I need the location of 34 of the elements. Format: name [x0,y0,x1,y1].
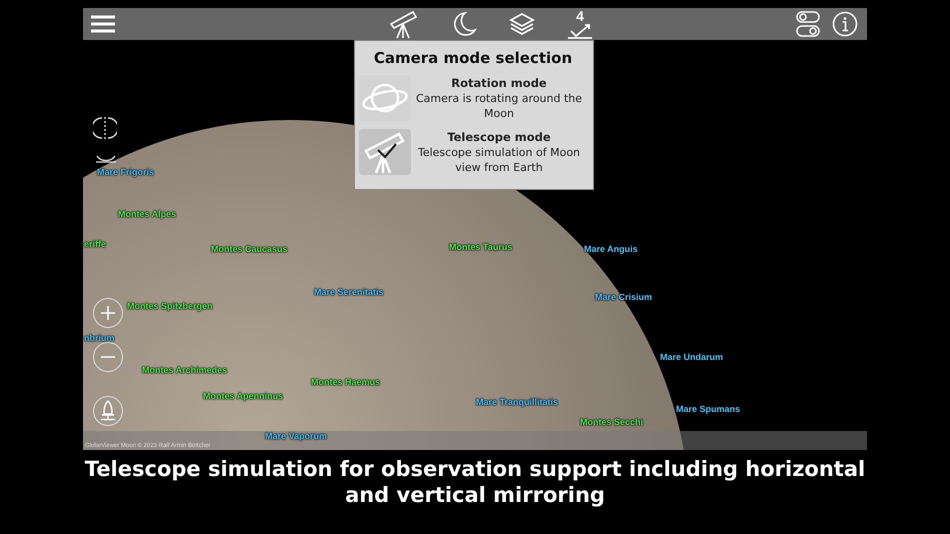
map-label: Mare Serenitatis [314,287,384,297]
map-label: Montes Secchi [580,417,644,427]
planet-icon [361,81,409,115]
level-button[interactable]: 4 [564,9,596,39]
camera-mode-option[interactable]: Rotation mode Camera is rotating around the Moon [359,75,587,121]
popup-title: Camera mode selection [372,49,574,67]
map-label: Mare Spumans [676,404,740,414]
map-label: Mare Tranquillitatis [476,397,558,407]
map-label: Montes Alpes [118,209,176,219]
mode-title: Rotation mode [450,76,548,90]
map-label: Mare Vaporum [265,431,328,441]
caption: Telescope simulation for observation support including horizontal and vertical mirroring [84,456,866,508]
check-arrow-icon [567,23,593,39]
map-label: Montes Spitzbergen [127,301,213,311]
map-label: Montes Haemus [311,377,380,387]
map-label: eriffe [84,239,106,249]
check-icon [377,143,397,159]
mode-description: Camera is rotating around the Moon [414,90,584,120]
mirror-icon[interactable] [93,116,117,140]
map-label: Mare Anguis [584,244,638,254]
camera-mode-option[interactable]: Telescope mode Telescope simulation of Moon view from Earth [359,129,587,175]
map-label: Montes Taurus [449,242,512,252]
map-label: Montes Caucasus [211,244,288,254]
mode-description: Telescope simulation of Moon view from Earth [416,144,582,174]
mode-title: Telescope mode [446,130,552,144]
plus-icon [101,306,115,320]
map-label: Montes Archimedes [142,365,228,375]
map-label: Montes Apenninus [203,391,284,401]
map-label: nbrium [84,333,114,343]
zoom-in-button[interactable] [93,298,123,328]
rocket-icon [99,400,117,422]
map-label: Mare Frigoris [97,167,154,177]
rocket-button[interactable] [93,396,123,426]
map-label: Mare Undarum [660,352,724,362]
